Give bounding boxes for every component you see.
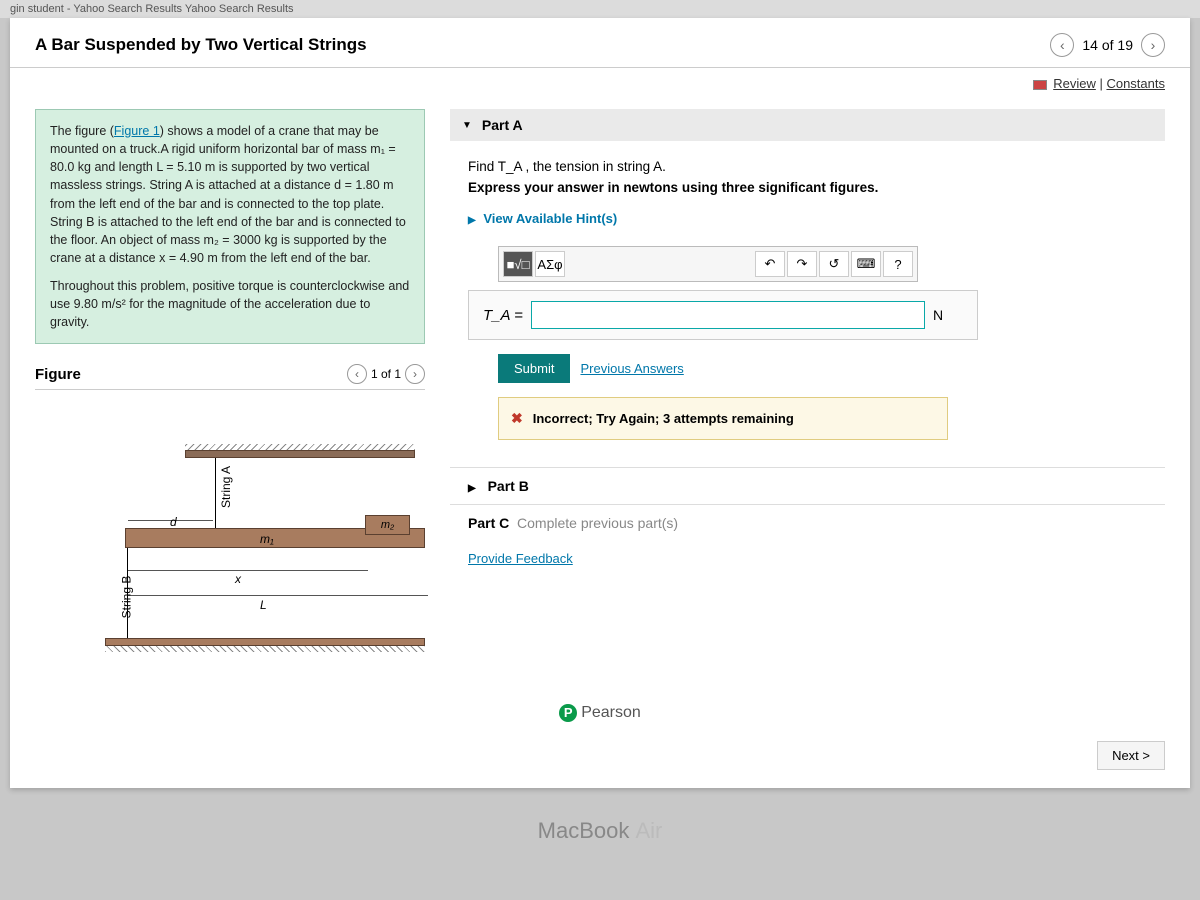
next-item-button[interactable]: › [1141, 33, 1165, 57]
answer-unit: N [933, 307, 963, 323]
flag-icon [1033, 80, 1047, 90]
title-bar: A Bar Suspended by Two Vertical Strings … [10, 18, 1190, 68]
answer-variable: T_A = [483, 307, 523, 324]
item-counter: 14 of 19 [1082, 37, 1133, 53]
view-hints-link[interactable]: ▶ View Available Hint(s) [468, 211, 617, 226]
part-b-header[interactable]: ▶ Part B [450, 467, 1165, 504]
undo-button[interactable]: ↶ [755, 251, 785, 277]
pearson-logo-icon: P [559, 704, 577, 722]
redo-button[interactable]: ↷ [787, 251, 817, 277]
chevron-down-icon: ▼ [462, 120, 472, 131]
part-a-prompt: Find T_A , the tension in string A. [468, 159, 1147, 174]
answer-input-row: T_A = N [468, 290, 978, 340]
prev-item-button[interactable]: ‹ [1050, 33, 1074, 57]
page-title: A Bar Suspended by Two Vertical Strings [35, 35, 367, 55]
figure-label: Figure [35, 366, 81, 383]
laptop-label: MacBook Air [0, 818, 1200, 844]
part-c-header: Part C Complete previous part(s) [450, 504, 1165, 541]
browser-tab: gin student - Yahoo Search Results Yahoo… [0, 0, 1200, 18]
greek-button[interactable]: ΑΣφ [535, 251, 565, 277]
page-container: A Bar Suspended by Two Vertical Strings … [10, 18, 1190, 788]
incorrect-icon: ✖ [511, 410, 523, 427]
part-a-instructions: Express your answer in newtons using thr… [468, 180, 1147, 195]
figure-prev-button[interactable]: ‹ [347, 364, 367, 384]
template-button[interactable]: ■√□ [503, 251, 533, 277]
pearson-footer: PPearson [10, 699, 1190, 727]
figure-counter: 1 of 1 [371, 367, 401, 381]
constants-link[interactable]: Constants [1106, 76, 1165, 91]
submit-button[interactable]: Submit [498, 354, 570, 383]
part-a-header[interactable]: ▼ Part A [450, 109, 1165, 141]
item-nav: ‹ 14 of 19 › [1050, 33, 1165, 57]
help-button[interactable]: ? [883, 251, 913, 277]
top-links: Review | Constants [10, 68, 1190, 99]
review-link[interactable]: Review [1053, 76, 1096, 91]
answer-toolbar: ■√□ ΑΣφ ↶ ↷ ↺ ⌨ ? [498, 246, 918, 282]
reset-button[interactable]: ↺ [819, 251, 849, 277]
figure-area: String A d m₁ m₂ x L String B [35, 389, 425, 689]
provide-feedback-link[interactable]: Provide Feedback [450, 541, 591, 576]
previous-answers-link[interactable]: Previous Answers [580, 361, 683, 376]
chevron-right-icon: ▶ [468, 215, 476, 226]
keyboard-button[interactable]: ⌨ [851, 251, 881, 277]
next-button[interactable]: Next > [1097, 741, 1165, 770]
figure-next-button[interactable]: › [405, 364, 425, 384]
chevron-right-icon: ▶ [468, 483, 476, 494]
problem-intro: The figure (Figure 1) shows a model of a… [35, 109, 425, 344]
feedback-message: ✖ Incorrect; Try Again; 3 attempts remai… [498, 397, 948, 440]
answer-input[interactable] [531, 301, 925, 329]
figure-link[interactable]: Figure 1 [114, 124, 160, 138]
